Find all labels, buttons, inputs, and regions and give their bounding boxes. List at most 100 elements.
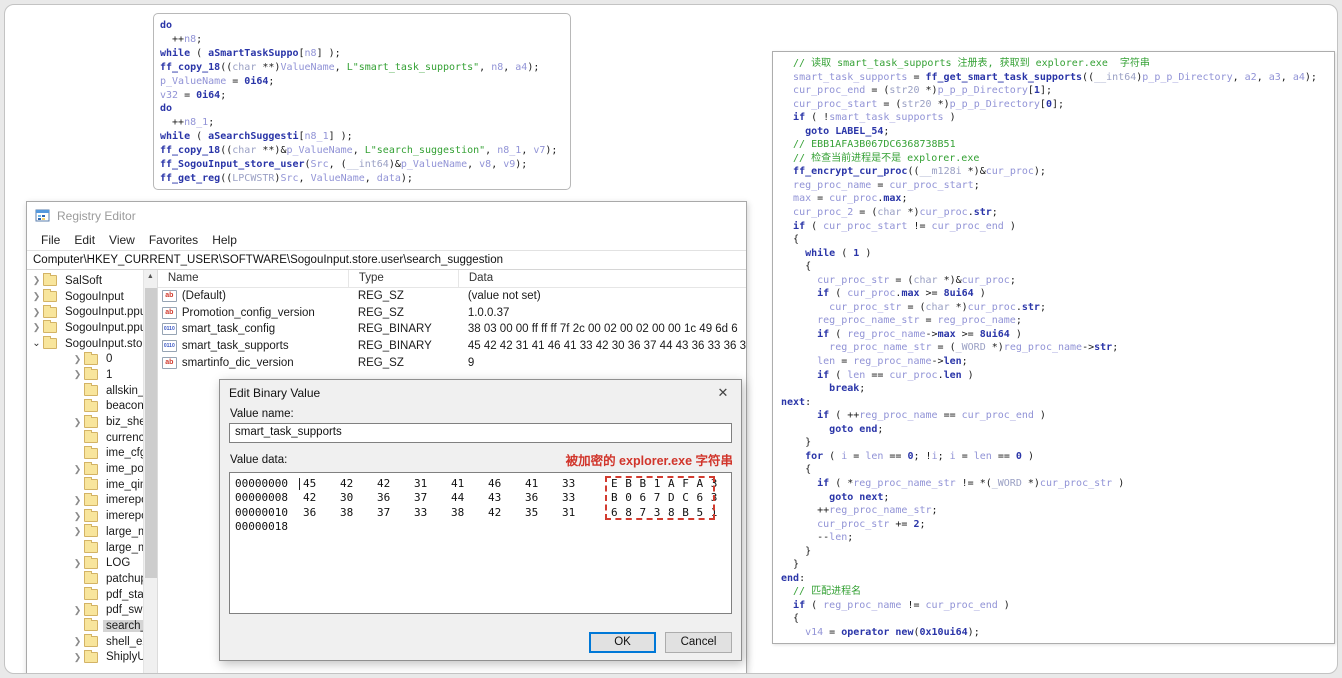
chevron-right-icon[interactable]: ❯: [30, 307, 43, 318]
scrollbar-thumb[interactable]: [144, 288, 157, 578]
code-line: ff_get_reg((LPCWSTR)Src, ValueName, data…: [160, 172, 413, 184]
hex-byte: 44: [451, 491, 465, 505]
column-header-data[interactable]: Data: [457, 270, 746, 287]
tree-item-pdf_statistics[interactable]: pdf_statistics: [27, 587, 143, 603]
folder-icon: [84, 618, 98, 632]
menu-item-edit[interactable]: Edit: [67, 231, 102, 249]
tree-item-large_model[interactable]: ❯ large_model: [27, 524, 143, 540]
menu-item-file[interactable]: File: [34, 231, 67, 249]
chevron-right-icon[interactable]: ❯: [30, 275, 43, 286]
value-row-smart_task_supports[interactable]: smart_task_supports REG_BINARY 45 42 42 31…: [158, 338, 746, 355]
code-line: cur_proc_str += 2;: [817, 518, 926, 530]
reg-binary-icon: [161, 323, 177, 336]
hex-byte: 38: [340, 505, 354, 519]
menu-item-favorites[interactable]: Favorites: [142, 231, 205, 249]
tree-item-label: biz_shellext: [106, 416, 143, 429]
scroll-up-icon[interactable]: ▲: [144, 270, 157, 284]
code-line: {: [781, 234, 800, 246]
value-data: 1.0.0.37: [467, 306, 510, 319]
tree-item-ime_qimei[interactable]: ime_qimei: [27, 477, 143, 493]
folder-icon: [84, 540, 98, 554]
code-line: // EBB1AFA3B067DC6368738B51: [781, 139, 956, 151]
tree-item-ime_pop_info[interactable]: ❯ ime_pop_info: [27, 461, 143, 477]
tree-item-beacon_main_switch[interactable]: beacon_main_switch: [27, 398, 143, 415]
code-line: }: [781, 559, 800, 571]
tree-item-label: large_model: [106, 525, 143, 538]
tree-item-1[interactable]: ❯ 1: [27, 367, 143, 383]
tree-item-biz_shellext[interactable]: ❯ biz_shellext: [27, 414, 143, 430]
tree-item-SogouInput.ppup.user[interactable]: ❯ SogouInput.ppup.user: [27, 320, 143, 336]
tree-item-label: ime_pop_info: [106, 463, 143, 476]
address-bar[interactable]: Computer\HKEY_CURRENT_USER\SOFTWARE\Sogo…: [27, 250, 746, 270]
code-line: end:: [781, 572, 806, 584]
code-line: cur_proc_2 = (char *)cur_proc.str;: [793, 207, 998, 219]
close-icon[interactable]: ✕: [714, 385, 732, 401]
tree-item-label: allskin_statusiconstatistics: [106, 384, 143, 397]
tree-item-large_model_scene[interactable]: large_model_scene: [27, 540, 143, 556]
chevron-right-icon[interactable]: ❯: [71, 464, 84, 475]
tree-item-search_suggestion[interactable]: search_suggestion: [27, 618, 143, 634]
code-line: v32 = 0i64;: [160, 89, 227, 101]
dialog-titlebar[interactable]: Edit Binary Value ✕: [220, 380, 741, 406]
tree-item-patchupgrade[interactable]: patchupgrade: [27, 571, 143, 587]
tree-item-ime_cfg_shiply[interactable]: ime_cfg_shiply: [27, 445, 143, 462]
chevron-down-icon[interactable]: ⌄: [30, 338, 43, 349]
chevron-right-icon[interactable]: ❯: [30, 291, 43, 302]
tree-item-SalSoft[interactable]: ❯ SalSoft: [27, 273, 143, 289]
chevron-right-icon[interactable]: ❯: [71, 354, 84, 365]
chevron-right-icon[interactable]: ❯: [71, 369, 84, 380]
tree-item-label: SogouInput: [65, 290, 124, 303]
ok-button[interactable]: OK: [589, 632, 656, 653]
code-line: // 匹配进程名: [781, 586, 862, 598]
hex-byte: 37: [377, 505, 391, 519]
tree-item-ShiplyUpdate[interactable]: ❯ ShiplyUpdate: [27, 649, 143, 666]
tree-item-label: pdf_statistics: [106, 588, 143, 601]
tree-item-SogouInput.ppup[interactable]: ❯ SogouInput.ppup: [27, 304, 143, 320]
hex-byte: 33: [414, 505, 428, 519]
tree-item-SogouInput[interactable]: ❯ SogouInput: [27, 289, 143, 305]
chevron-right-icon[interactable]: ❯: [71, 526, 84, 537]
tree-item-pdf_switch[interactable]: ❯ pdf_switch: [27, 602, 143, 618]
tree-item-imereportdaily[interactable]: ❯ imereportdaily: [27, 492, 143, 509]
chevron-right-icon[interactable]: ❯: [71, 636, 84, 647]
value-type: REG_BINARY: [357, 340, 432, 353]
tree-item-0[interactable]: ❯ 0: [27, 351, 143, 367]
regedit-titlebar[interactable]: Registry Editor: [27, 202, 746, 229]
tree-item-imereportrealtime[interactable]: ❯ imereportrealtime: [27, 508, 143, 524]
menu-item-help[interactable]: Help: [205, 231, 244, 249]
value-row-smartinfo_dic_version[interactable]: smartinfo_dic_version REG_SZ 9: [158, 354, 746, 371]
hex-row[interactable]: 00000018: [230, 520, 731, 534]
chevron-right-icon[interactable]: ❯: [71, 652, 84, 663]
value-row-(Default)[interactable]: (Default) REG_SZ (value not set): [158, 288, 746, 305]
code-line: v14 = operator new(0x10ui64);: [805, 626, 980, 638]
column-header-type[interactable]: Type: [347, 270, 458, 287]
folder-icon: [43, 336, 57, 350]
column-header-name[interactable]: Name: [158, 270, 348, 287]
chevron-right-icon[interactable]: ❯: [71, 511, 84, 522]
code-line: if ( reg_proc_name->max >= 8ui64 ): [817, 328, 1022, 340]
tree-item-allskin_statusiconstatistics[interactable]: allskin_statusiconstatistics: [27, 383, 143, 399]
tree-item-label: SalSoft: [65, 274, 103, 287]
chevron-right-icon[interactable]: ❯: [71, 417, 84, 428]
hex-editor[interactable]: 00000000 45 42 42 31 41 46 41 33 E B B 1 A F A 30…: [229, 472, 732, 614]
ascii-highlight-box: [605, 476, 715, 520]
tree-item-label: 0: [106, 353, 113, 366]
chevron-right-icon[interactable]: ❯: [71, 495, 84, 506]
value-name-input[interactable]: smart_task_supports: [229, 423, 732, 443]
tree-item-shell_ext[interactable]: ❯ shell_ext: [27, 634, 143, 650]
value-row-Promotion_config_version[interactable]: Promotion_config_version REG_SZ 1.0.0.37: [158, 305, 746, 322]
value-type: REG_SZ: [357, 306, 404, 319]
menu-item-view[interactable]: View: [102, 231, 142, 249]
chevron-right-icon[interactable]: ❯: [30, 322, 43, 333]
chevron-right-icon[interactable]: ❯: [71, 605, 84, 616]
value-row-smart_task_config[interactable]: smart_task_config REG_BINARY 38 03 00 00 f…: [158, 321, 746, 338]
tree-item-SogouInput.store.user[interactable]: ⌄ SogouInput.store.user: [27, 336, 143, 352]
cancel-button[interactable]: Cancel: [665, 632, 732, 653]
chevron-right-icon[interactable]: ❯: [71, 558, 84, 569]
tree-item-LOG[interactable]: ❯ LOG: [27, 555, 143, 571]
tree-scrollbar[interactable]: ▲: [142, 270, 157, 673]
code-line: for ( i = len == 0; !i; i = len == 0 ): [805, 450, 1034, 462]
tree-item-label: ShiplyUpdate: [106, 651, 143, 664]
hex-byte: 31: [414, 477, 428, 490]
tree-item-currency_tip[interactable]: currency_tip: [27, 430, 143, 446]
